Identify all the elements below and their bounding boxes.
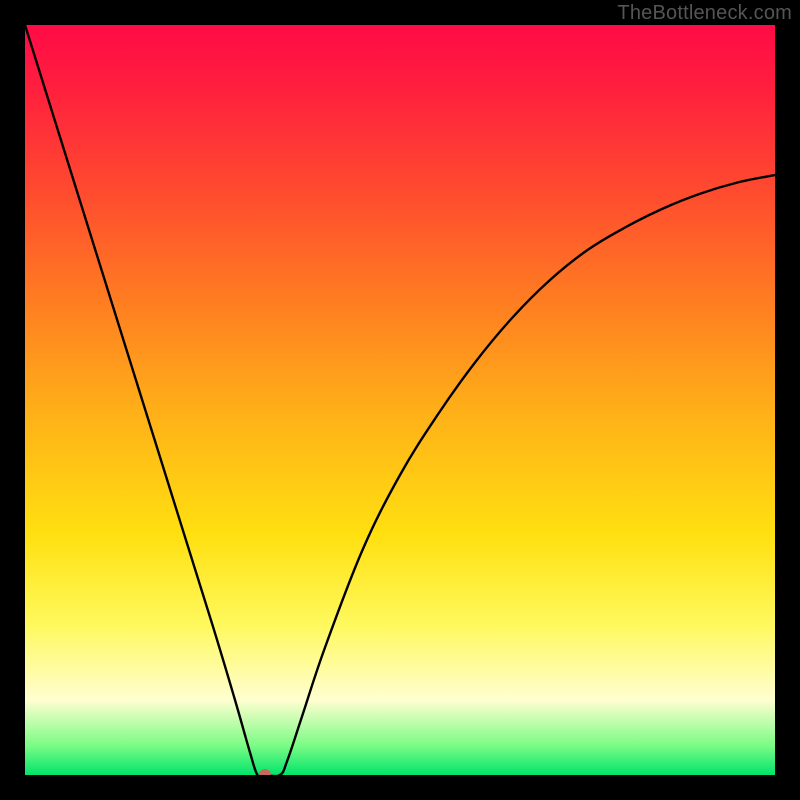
bottleneck-curve — [25, 25, 775, 775]
chart-frame: TheBottleneck.com — [0, 0, 800, 800]
plot-area — [25, 25, 775, 775]
watermark-text: TheBottleneck.com — [617, 2, 792, 25]
optimum-marker — [259, 769, 271, 775]
curve-svg — [25, 25, 775, 775]
